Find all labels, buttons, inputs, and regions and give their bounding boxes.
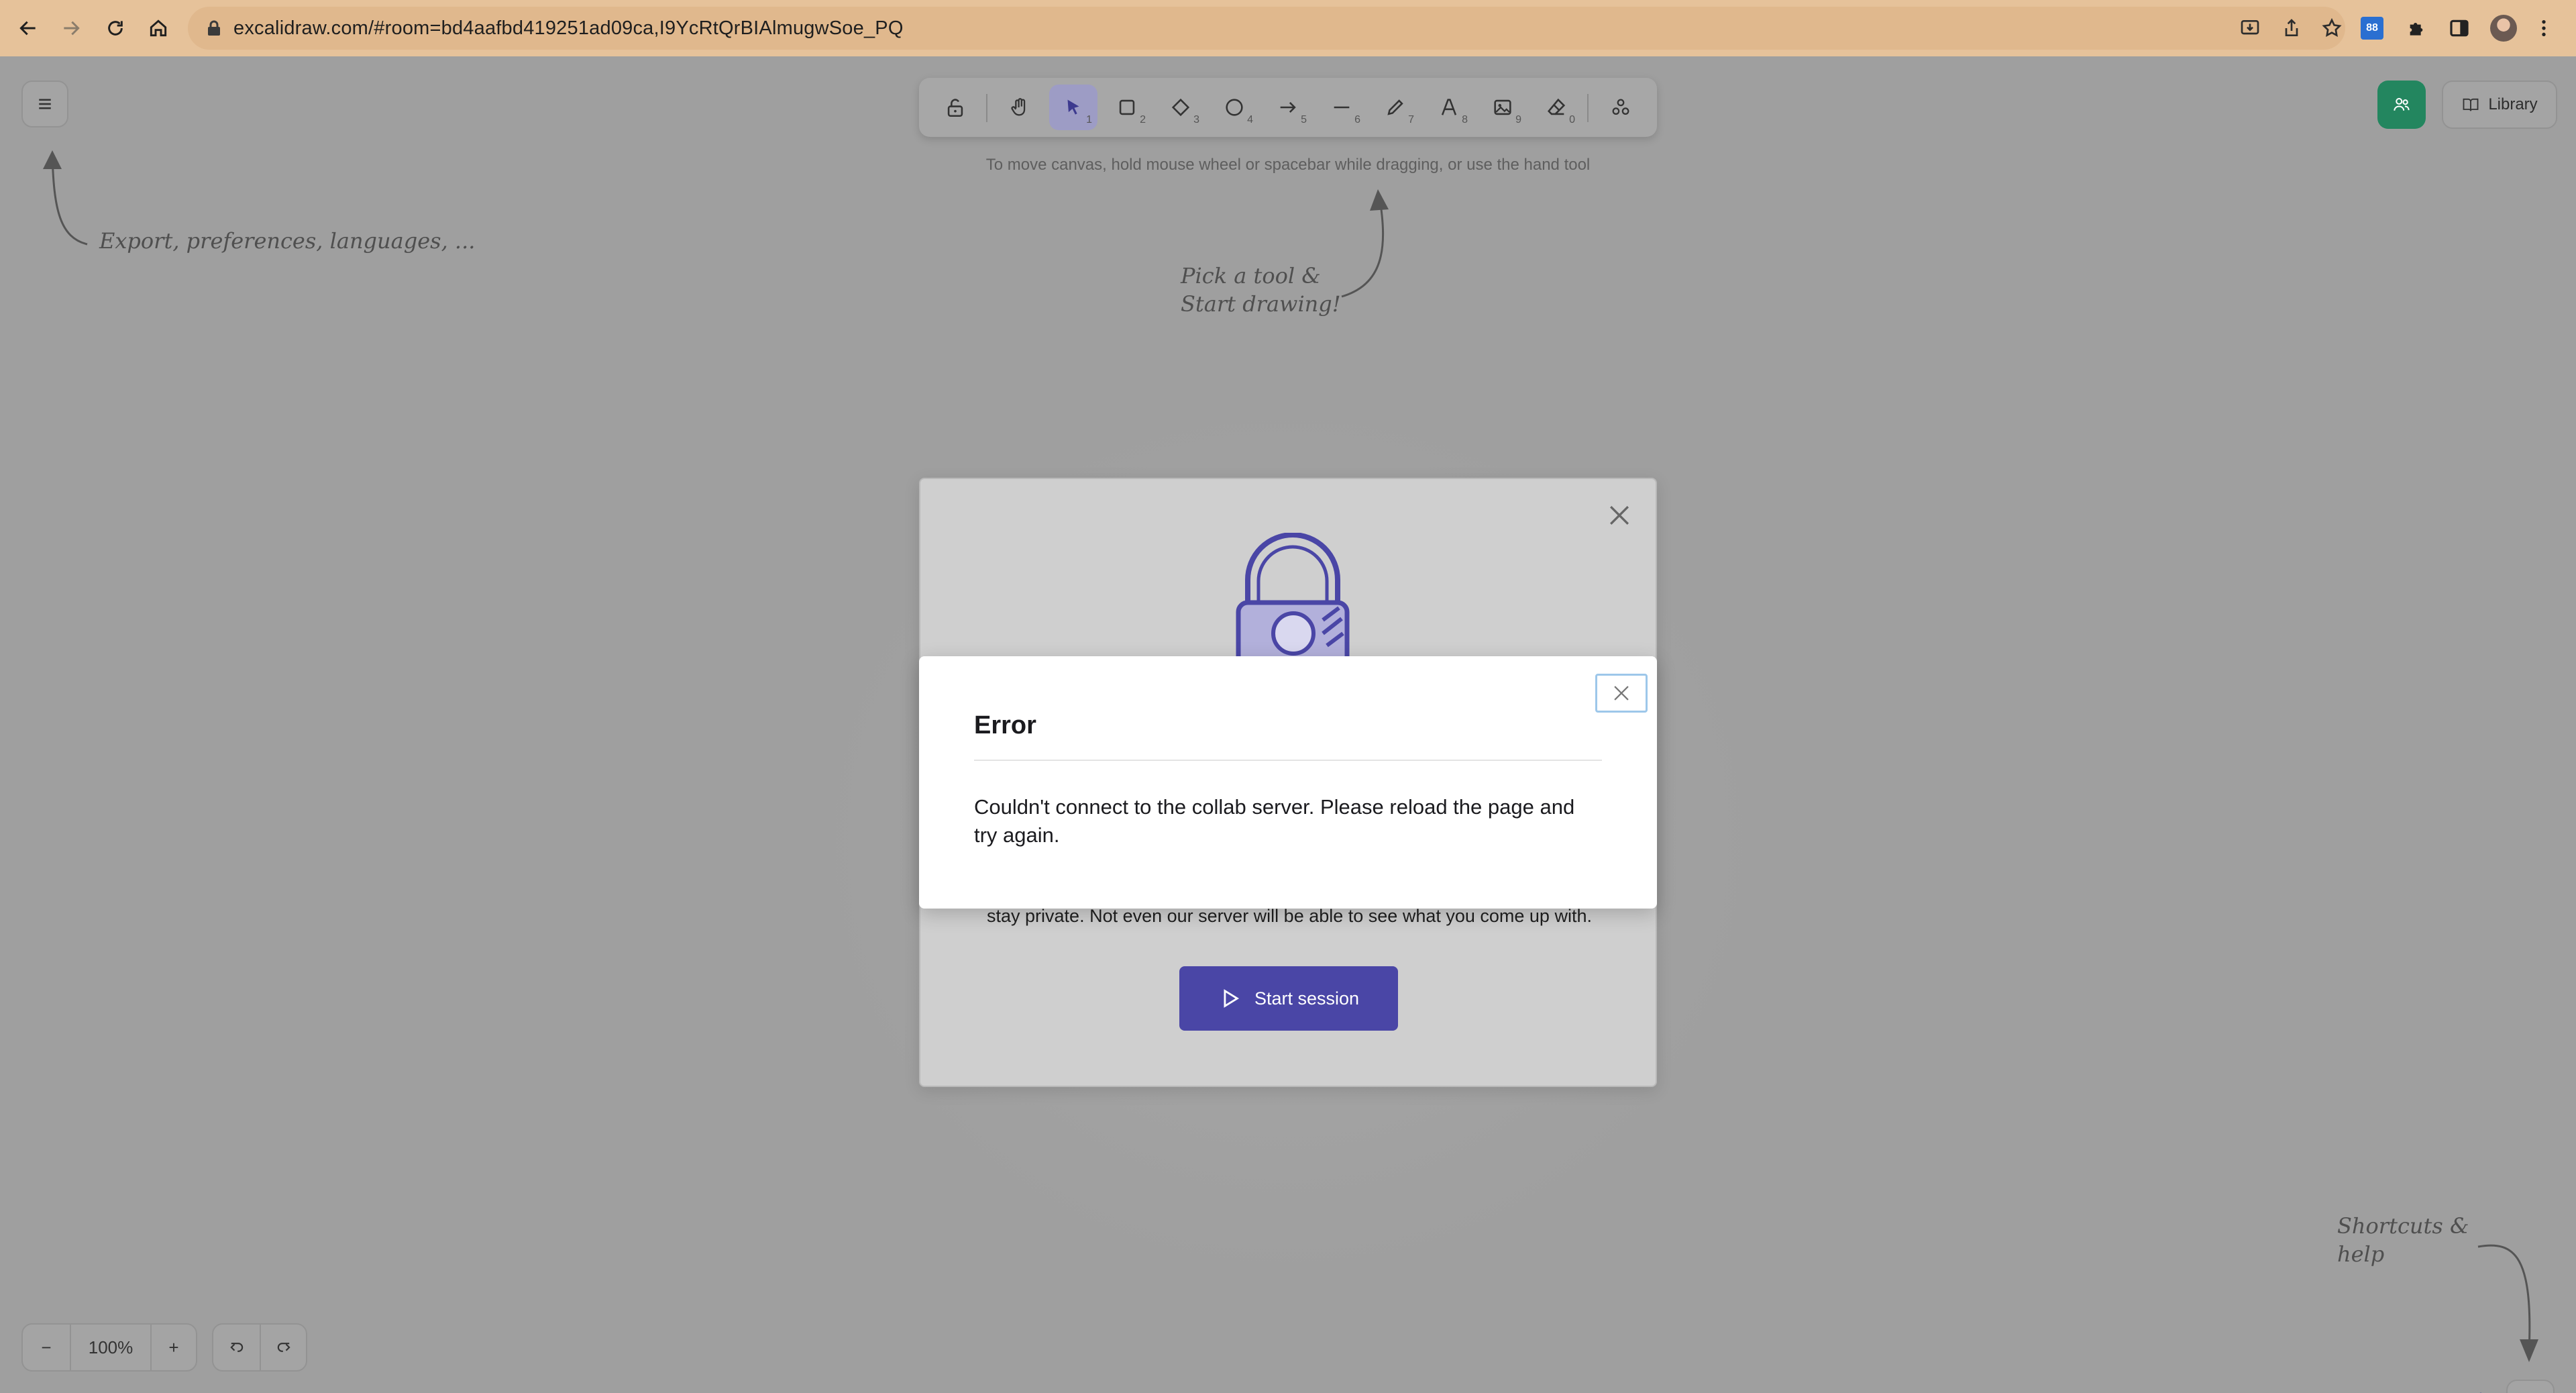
reload-icon [108,21,123,36]
help-hint-line1: Shortcuts & [2337,1213,2469,1239]
tool-selection[interactable]: 1 [1049,85,1097,130]
forward-button[interactable] [55,12,87,44]
tool-key: 7 [1408,114,1414,125]
error-title: Error [974,711,1036,739]
tool-key: 0 [1569,114,1575,125]
tool-eraser[interactable]: 0 [1532,85,1580,130]
reload-button[interactable] [99,12,131,44]
eraser-icon [1547,98,1566,115]
home-button[interactable] [142,12,174,44]
help-hint-arrow [2477,1244,2538,1362]
diamond-icon [1171,98,1190,117]
rectangle-icon [1119,99,1135,115]
main-menu-button[interactable] [21,81,68,127]
arrow-left-icon [19,21,36,36]
tool-key: 3 [1193,114,1199,125]
library-button[interactable]: Library [2442,81,2557,129]
undo-button[interactable] [213,1325,260,1370]
undo-redo-controls [212,1323,307,1372]
image-icon [1494,99,1511,115]
tool-key: 2 [1140,114,1146,125]
toolbar-hint-line2: Start drawing! [1181,291,1341,317]
padlock-illustration [1236,533,1350,660]
tool-rectangle[interactable]: 2 [1103,85,1151,130]
error-close-button[interactable] [1595,674,1648,713]
extension-88-icon[interactable]: 88 [2357,13,2387,43]
side-panel-icon[interactable] [2445,13,2474,43]
install-app-icon[interactable] [2239,17,2261,39]
extra-tools-button[interactable] [1597,85,1645,130]
url-text: excalidraw.com/#room=bd4aafbd419251ad09c… [233,17,904,39]
tool-key: 8 [1462,114,1468,125]
tool-key: 4 [1247,114,1253,125]
share-icon[interactable] [2281,17,2302,39]
home-icon [150,19,167,37]
redo-button[interactable] [261,1325,306,1370]
zoom-out-button[interactable]: − [23,1325,70,1370]
pointer-arrow-icon [1067,99,1079,115]
tool-diamond[interactable]: 3 [1157,85,1205,130]
back-button[interactable] [12,12,44,44]
encryption-shield-icon[interactable] [2469,1390,2493,1393]
browser-toolbar: excalidraw.com/#room=bd4aafbd419251ad09c… [0,0,2576,56]
start-session-button[interactable]: Start session [1179,966,1398,1031]
zoom-level-button[interactable]: 100% [71,1325,150,1370]
start-session-label: Start session [1254,988,1360,1009]
arrow-right-icon [64,21,80,36]
error-dialog: Error Couldn't connect to the collab ser… [919,656,1657,909]
tool-line[interactable]: 6 [1318,85,1366,130]
line-icon [1334,106,1350,109]
error-divider [974,760,1602,761]
unlocked-padlock-icon [947,99,963,117]
hand-icon [1011,98,1026,116]
play-icon [1224,989,1239,1008]
zoom-controls: − 100% + [21,1323,197,1372]
menu-hint-text: Export, preferences, languages, ... [99,228,476,254]
tool-key: 6 [1354,114,1360,125]
undo-icon [229,1343,243,1352]
toolbar-separator [986,94,987,122]
zoom-in-button[interactable]: + [152,1325,196,1370]
bookmark-star-icon[interactable] [2321,17,2343,39]
book-icon [2463,98,2479,111]
close-icon[interactable] [1605,501,1634,530]
tool-key: 5 [1301,114,1307,125]
help-hint-line2: help [2337,1241,2385,1267]
hamburger-icon [39,99,51,109]
text-icon [1441,99,1457,115]
tool-arrow[interactable]: 5 [1264,85,1312,130]
library-label: Library [2488,95,2538,113]
users-icon [2394,98,2410,111]
tool-text[interactable]: 8 [1425,85,1473,130]
ellipse-icon [1226,99,1243,116]
tool-key: 9 [1515,114,1521,125]
tool-key: 1 [1086,114,1092,125]
privacy-text: stay private. Not even our server will b… [987,906,1592,926]
tool-ellipse[interactable]: 4 [1210,85,1258,130]
toolbar-hint-arrow [1341,189,1389,298]
tool-draw[interactable]: 7 [1371,85,1419,130]
collaborate-button[interactable] [2377,81,2426,129]
shapes-toolbar: 1 2 3 4 5 6 7 8 9 0 [919,78,1657,137]
browser-menu-icon[interactable] [2529,13,2559,43]
excalidraw-canvas[interactable]: Export, preferences, languages, ... Pick… [0,56,2576,1393]
error-message: Couldn't connect to the collab server. P… [974,795,1575,847]
arrow-right-icon [1280,102,1296,113]
tool-image[interactable]: 9 [1479,85,1527,130]
toolbar-hint: To move canvas, hold mouse wheel or spac… [985,156,1591,174]
pencil-icon [1387,99,1403,115]
help-button[interactable] [2506,1380,2555,1393]
toolbar-separator [1587,94,1589,122]
shapes-library-icon [1612,99,1629,115]
lock-icon [208,20,220,36]
close-icon [1614,686,1629,701]
extensions-puzzle-icon[interactable] [2402,13,2431,43]
lock-tool-button[interactable] [931,85,979,130]
toolbar-hint-line1: Pick a tool & [1181,263,1321,289]
redo-icon [277,1343,290,1352]
address-bar[interactable]: excalidraw.com/#room=bd4aafbd419251ad09c… [188,7,2345,50]
profile-avatar[interactable] [2489,13,2518,43]
tool-hand[interactable] [996,85,1044,130]
